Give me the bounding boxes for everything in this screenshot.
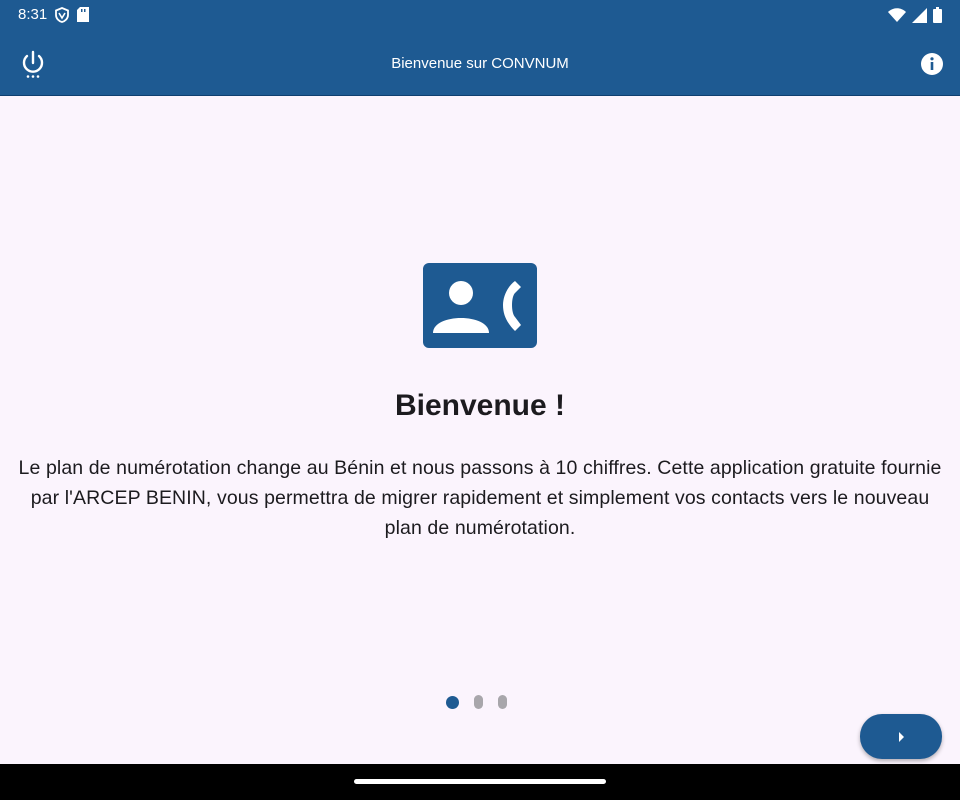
page-dot[interactable]: [474, 695, 483, 709]
status-time: 8:31: [18, 6, 48, 23]
battery-icon: [933, 7, 942, 23]
welcome-title: Bienvenue !: [394, 389, 566, 422]
onboarding-page: Bienvenue ! Le plan de numérotation chan…: [0, 96, 960, 764]
gesture-handle[interactable]: [354, 779, 606, 784]
arrow-right-icon: [899, 731, 904, 742]
status-left: 8:31: [18, 6, 90, 23]
welcome-description: Le plan de numérotation change au Bénin …: [18, 457, 942, 539]
status-bar: 8:31: [0, 0, 960, 32]
next-button[interactable]: [860, 714, 942, 759]
page-dot[interactable]: [498, 695, 507, 709]
info-icon: [921, 53, 943, 75]
sd-card-icon: [77, 7, 90, 22]
wifi-icon: [888, 8, 906, 22]
app-bar: Bienvenue sur CONVNUM: [0, 32, 960, 96]
info-button[interactable]: [920, 52, 944, 76]
status-right: [888, 7, 942, 23]
system-nav-bar: [0, 764, 960, 800]
vpn-shield-icon: [55, 6, 70, 23]
app-title: Bienvenue sur CONVNUM: [391, 55, 569, 72]
page-indicator: [446, 695, 507, 709]
contact-phone-icon: [423, 263, 537, 348]
page-dot-active[interactable]: [446, 695, 459, 709]
signal-icon: [912, 7, 927, 23]
